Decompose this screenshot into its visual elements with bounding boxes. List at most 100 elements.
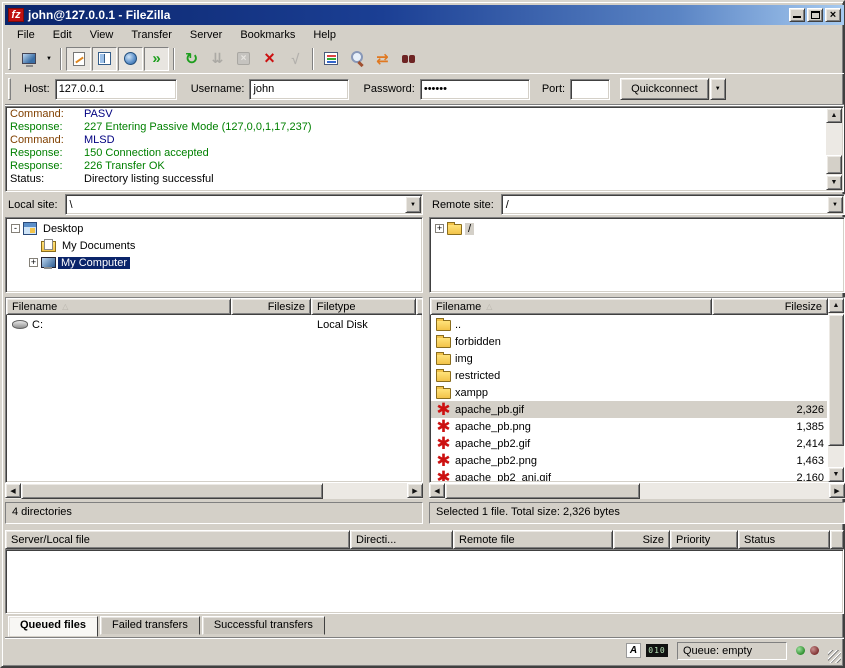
file-row[interactable]: C:Local Disk [7,316,421,333]
remote-horizontal-scrollbar[interactable]: ◀ ▶ [429,483,845,499]
chevron-down-icon: ▼ [832,202,838,208]
column-header-filetype[interactable]: Filetype [311,298,416,315]
local-site-dropdown-button[interactable]: ▼ [405,196,421,213]
remote-vertical-scrollbar[interactable]: ▲ ▼ [828,298,844,482]
filezilla-logo-icon: fz [8,8,24,22]
log-line-label: Command: [10,108,84,121]
tree-item[interactable]: +/ [430,220,844,237]
scroll-right-icon[interactable]: ▶ [407,483,423,498]
minimize-button[interactable] [789,8,805,22]
port-input[interactable] [570,79,610,100]
file-row[interactable]: ✱apache_pb2.gif2,414 [431,435,827,452]
minimize-icon [793,10,801,18]
scroll-left-icon[interactable]: ◀ [429,483,445,498]
scroll-down-icon[interactable]: ▼ [828,467,844,482]
size-cell [713,333,827,350]
host-input[interactable] [55,79,177,100]
window-controls: × [789,8,841,22]
scrollbar-track[interactable] [323,483,407,499]
file-row[interactable]: ✱apache_pb2.png1,463 [431,452,827,469]
transfer-queue-toggle-button[interactable]: » [144,47,169,71]
column-header-filename[interactable]: Filename△ [6,298,231,315]
scrollbar-thumb[interactable] [826,155,842,174]
menu-item-bookmarks[interactable]: Bookmarks [231,27,304,43]
toolbar-grip[interactable] [8,48,11,70]
remote-site-combo[interactable]: / ▼ [501,194,845,215]
column-header-remote-file[interactable]: Remote file [453,530,613,549]
file-row[interactable]: img [431,350,827,367]
file-row[interactable]: xampp [431,384,827,401]
scroll-up-icon[interactable]: ▲ [828,298,844,313]
scroll-left-icon[interactable]: ◀ [5,483,21,498]
remote-file-rows: ..forbiddenimgrestrictedxampp✱apache_pb.… [431,316,827,481]
disconnect-button[interactable]: × [257,47,282,71]
expand-icon[interactable]: + [435,224,444,233]
column-label: Priority [676,534,710,546]
local-treeview-toggle-button[interactable] [92,47,117,71]
local-horizontal-scrollbar[interactable]: ◀ ▶ [5,483,423,499]
menu-item-file[interactable]: File [8,27,44,43]
tree-item[interactable]: My Documents [6,237,422,254]
refresh-icon: ↻ [183,50,200,67]
site-manager-button[interactable] [16,47,41,71]
quickconnect-dropdown-button[interactable]: ▼ [710,78,726,100]
menu-item-transfer[interactable]: Transfer [122,27,181,43]
scrollbar-thumb[interactable] [21,483,323,499]
tree-item[interactable]: -Desktop [6,220,422,237]
file-row[interactable]: restricted [431,367,827,384]
message-log-toggle-button[interactable] [66,47,91,71]
maximize-button[interactable] [807,8,823,22]
file-search-button[interactable] [344,47,369,71]
transfer-queue-list[interactable] [5,549,844,614]
menu-item-server[interactable]: Server [181,27,231,43]
file-row[interactable]: ✱apache_pb.png1,385 [431,418,827,435]
synchronized-browsing-button[interactable]: ⇄ [370,47,395,71]
quickconnect-button[interactable]: Quickconnect [620,78,709,100]
close-button[interactable]: × [825,8,841,22]
column-header-priority[interactable]: Priority [670,530,738,549]
menu-item-help[interactable]: Help [304,27,345,43]
local-site-combo[interactable]: \ ▼ [65,194,423,215]
file-row[interactable]: forbidden [431,333,827,350]
column-header-filesize[interactable]: Filesize [712,298,828,315]
remote-treeview-toggle-button[interactable] [118,47,143,71]
file-row[interactable]: ✱apache_pb2_ani.gif2,160 [431,469,827,481]
scrollbar-track[interactable] [640,483,829,499]
file-row[interactable]: ✱apache_pb.gif2,326 [431,401,827,418]
scrollbar-thumb[interactable] [828,314,844,446]
scrollbar-thumb[interactable] [445,483,640,499]
tab-queued-files[interactable]: Queued files [8,616,98,637]
password-input[interactable] [420,79,530,100]
site-manager-dropdown-icon: ▼ [43,50,55,67]
message-log-scrollbar[interactable]: ▲ ▼ [826,108,842,190]
column-header-status[interactable]: Status [738,530,830,549]
column-header-filesize[interactable]: Filesize [231,298,311,315]
menu-item-view[interactable]: View [81,27,123,43]
find-files-button[interactable] [396,47,421,71]
column-header-size[interactable]: Size [613,530,670,549]
remote-directory-tree: +/ [429,217,845,293]
scroll-right-icon[interactable]: ▶ [829,483,845,498]
quickconnect-grip[interactable] [8,78,11,100]
scroll-up-icon[interactable]: ▲ [826,108,842,123]
column-header-l[interactable]: L [416,298,423,315]
file-row[interactable]: .. [431,316,827,333]
tab-failed-transfers[interactable]: Failed transfers [100,616,200,635]
refresh-button[interactable]: ↻ [179,47,204,71]
column-header-server-local-file[interactable]: Server/Local file [5,530,350,549]
username-input[interactable] [249,79,349,100]
tab-successful-transfers[interactable]: Successful transfers [202,616,325,635]
scroll-down-icon[interactable]: ▼ [826,175,842,190]
site-manager-dropdown-button[interactable]: ▼ [42,47,56,71]
remote-site-dropdown-button[interactable]: ▼ [827,196,843,213]
directory-comparison-button[interactable] [318,47,343,71]
collapse-icon[interactable]: - [11,224,20,233]
tree-item[interactable]: +My Computer [6,254,422,271]
chevron-down-icon: ▼ [410,202,416,208]
column-header-filename[interactable]: Filename△ [430,298,712,315]
expand-icon[interactable]: + [29,258,38,267]
resize-grip[interactable] [828,650,841,663]
column-header-directi[interactable]: Directi... [350,530,453,549]
menu-item-edit[interactable]: Edit [44,27,81,43]
title-bar[interactable]: fz john@127.0.0.1 - FileZilla × [5,5,844,25]
